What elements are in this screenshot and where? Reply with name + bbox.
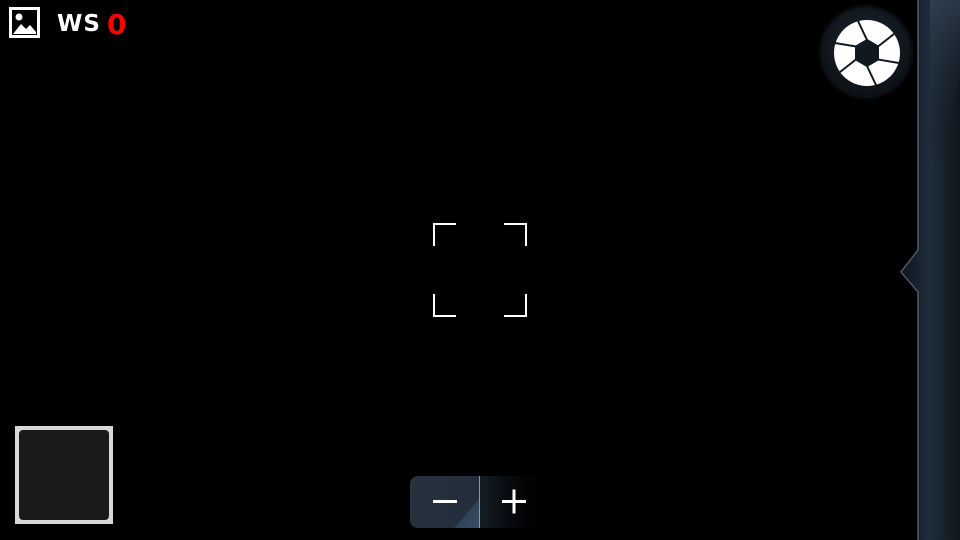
camera-viewfinder[interactable]: WS 0 — [0, 0, 960, 540]
side-panel-handle[interactable] — [900, 248, 922, 294]
gallery-image-icon[interactable] — [9, 7, 40, 38]
thumbnail-image — [19, 430, 109, 520]
minus-icon — [433, 500, 457, 503]
mode-label: WS — [57, 11, 101, 37]
shutter-button[interactable] — [822, 8, 910, 96]
zoom-out-button[interactable] — [410, 476, 480, 528]
aperture-icon — [834, 20, 900, 86]
last-photo-thumbnail[interactable] — [15, 426, 113, 524]
plus-icon — [502, 489, 526, 514]
zoom-in-button[interactable] — [480, 476, 550, 528]
shot-count: 0 — [107, 8, 127, 41]
focus-bracket-icon — [433, 223, 527, 317]
zoom-control — [410, 476, 550, 528]
